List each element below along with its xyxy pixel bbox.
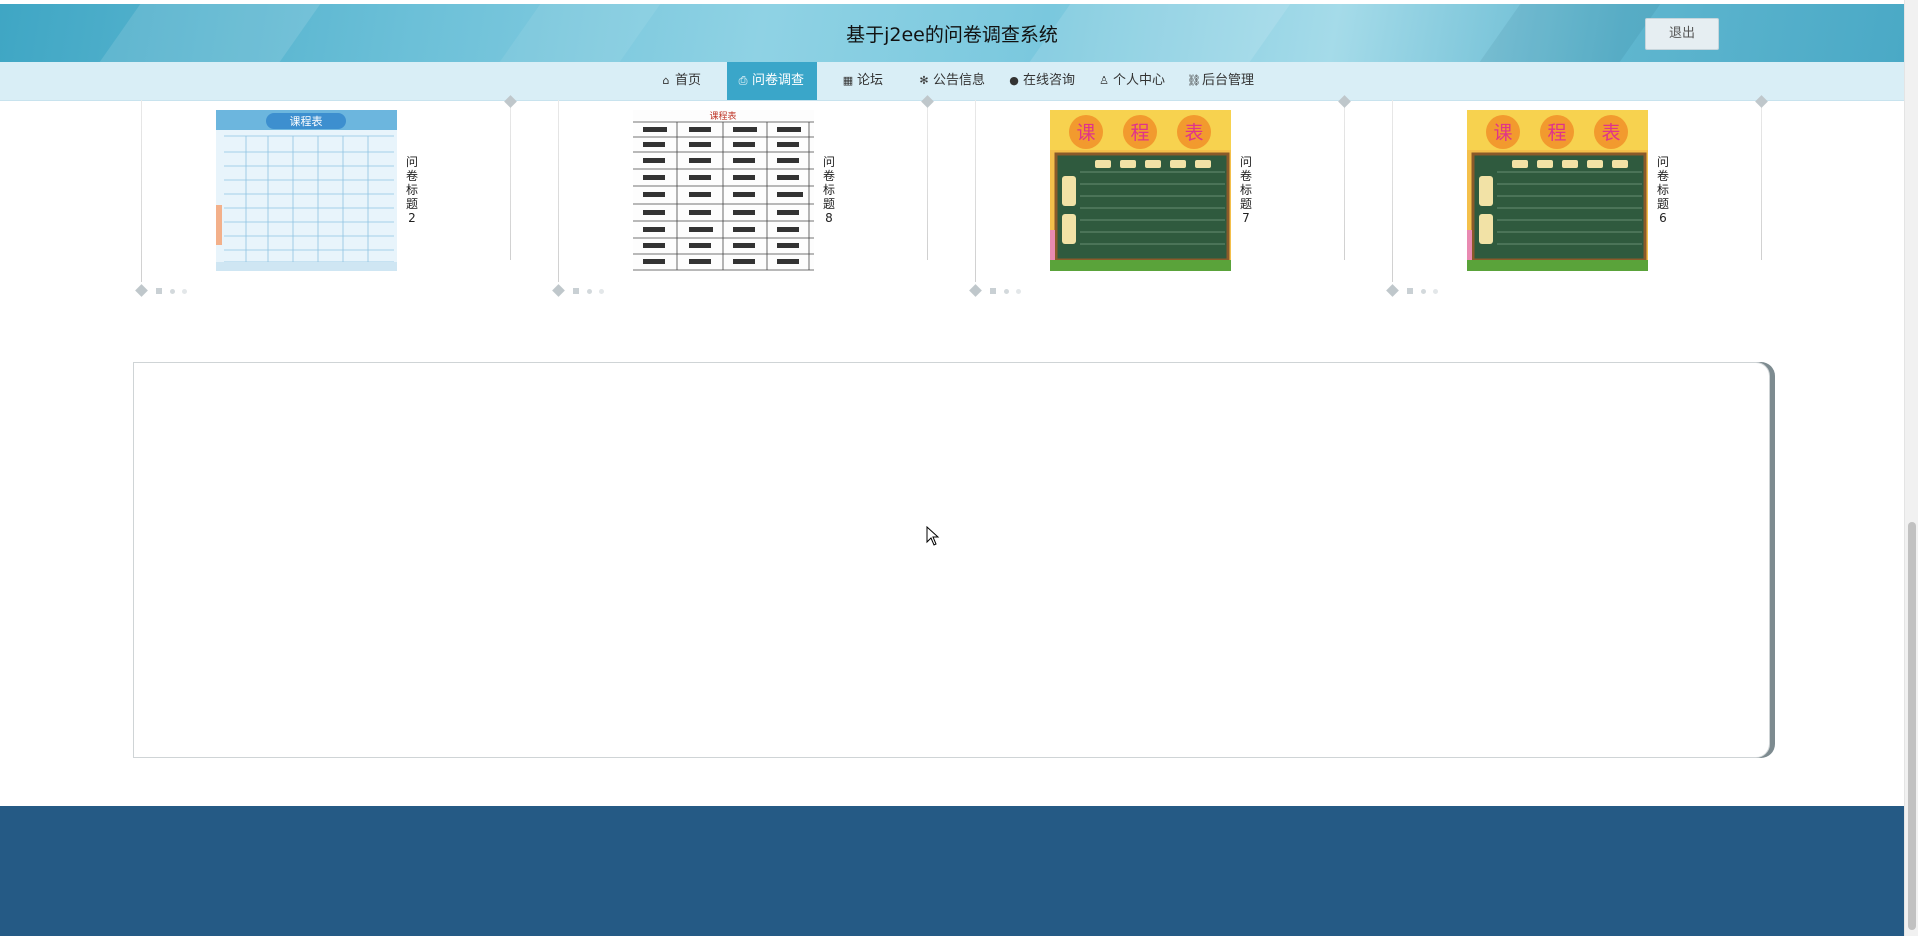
thumbnail-title: 课程表: [709, 110, 736, 122]
chalk-char: 课: [1493, 122, 1512, 144]
survey-card[interactable]: 课程表 问卷标题8: [550, 95, 970, 300]
nav-item-consult[interactable]: ● 在线咨询: [1008, 62, 1075, 100]
chalk-char: 课: [1076, 122, 1095, 144]
chalk-char: 程: [1130, 122, 1149, 144]
snowflake-icon: ✻: [919, 74, 929, 87]
survey-card[interactable]: 课 程 表 问卷标题7: [967, 95, 1387, 300]
card-divider: [975, 100, 976, 282]
scrollbar-thumb[interactable]: [1908, 522, 1916, 930]
marker-dot: [573, 288, 579, 294]
survey-title[interactable]: 问卷标题6: [1655, 155, 1671, 225]
marker-dot: [1407, 288, 1413, 294]
marker-dot: [599, 289, 604, 294]
nav-item-forum[interactable]: ▦ 论坛: [842, 62, 883, 100]
logout-button[interactable]: 退出: [1645, 18, 1719, 50]
nav-label: 首页: [675, 73, 702, 88]
survey-thumbnail[interactable]: 课程表: [216, 110, 397, 271]
survey-title[interactable]: 问卷标题2: [404, 155, 420, 225]
chalkboard-timetable-thumbnail: 课 程 表: [1467, 110, 1648, 271]
marker-dot: [1016, 289, 1021, 294]
nav-item-profile[interactable]: ♙ 个人中心: [1098, 62, 1165, 100]
survey-title[interactable]: 问卷标题8: [821, 155, 837, 225]
survey-card[interactable]: 课程表 问卷标题2: [133, 95, 553, 300]
marker-dot: [182, 289, 187, 294]
survey-thumbnail[interactable]: 课程表: [633, 110, 814, 271]
marker-dot: [1004, 289, 1009, 294]
marker-diamond: [552, 284, 565, 297]
chalkboard-timetable-thumbnail: 课 程 表: [1050, 110, 1231, 271]
thumbnail-title: 课程表: [290, 114, 323, 128]
home-icon: ⌂: [662, 74, 670, 87]
handwritten-timetable-thumbnail: 课程表: [633, 110, 814, 271]
site-title: 基于j2ee的问卷调查系统: [846, 24, 1058, 46]
nav-item-home[interactable]: ⌂ 首页: [660, 62, 702, 100]
card-divider: [1392, 100, 1393, 282]
nav-item-admin[interactable]: ⛓后台管理: [1187, 62, 1254, 100]
card-divider: [927, 100, 928, 260]
chalk-char: 表: [1601, 122, 1620, 144]
nav-item-survey[interactable]: ⎙ 问卷调查: [727, 62, 817, 100]
blue-timetable-thumbnail: 课程表: [216, 110, 397, 271]
marker-dot: [1421, 289, 1426, 294]
chalk-char: 程: [1547, 122, 1566, 144]
chalk-char: 表: [1184, 122, 1203, 144]
link-icon: ⛓: [1187, 74, 1201, 87]
survey-card[interactable]: 课 程 表 问卷标题6: [1384, 95, 1804, 300]
mouse-cursor-icon: [926, 526, 940, 546]
nav-label: 公告信息: [933, 73, 986, 88]
marker-dot: [990, 288, 996, 294]
marker-diamond: [135, 284, 148, 297]
content-panel: [133, 362, 1770, 758]
user-icon: ♙: [1099, 74, 1109, 87]
card-divider: [1344, 100, 1345, 260]
nav-label: 论坛: [857, 73, 884, 88]
nav-item-notices[interactable]: ✻ 公告信息: [918, 62, 985, 100]
marker-dot: [156, 288, 162, 294]
marker-diamond: [1386, 284, 1399, 297]
nav-label: 在线咨询: [1023, 73, 1076, 88]
marker-dot: [587, 289, 592, 294]
page-scrollbar[interactable]: [1904, 0, 1918, 936]
chat-icon: ●: [1009, 74, 1019, 87]
survey-thumbnail[interactable]: 课 程 表: [1467, 110, 1648, 271]
print-icon: ⎙: [738, 74, 748, 87]
card-divider: [558, 100, 559, 282]
survey-thumbnail[interactable]: 课 程 表: [1050, 110, 1231, 271]
card-divider: [141, 100, 142, 282]
grid-icon: ▦: [842, 74, 854, 87]
card-divider: [510, 100, 511, 260]
survey-title[interactable]: 问卷标题7: [1238, 155, 1254, 225]
marker-dot: [1433, 289, 1438, 294]
nav-label: 个人中心: [1113, 73, 1166, 88]
marker-diamond: [969, 284, 982, 297]
site-footer: [0, 806, 1904, 936]
site-header: 基于j2ee的问卷调查系统 退出: [0, 4, 1904, 62]
marker-dot: [170, 289, 175, 294]
card-divider: [1761, 100, 1762, 260]
nav-label: 后台管理: [1202, 73, 1255, 88]
main-nav: ⌂ 首页 ⎙ 问卷调查 ▦ 论坛 ✻ 公告信息 ● 在线咨询 ♙ 个人中心 ⛓后台管理: [0, 62, 1904, 101]
nav-label: 问卷调查: [752, 73, 805, 88]
